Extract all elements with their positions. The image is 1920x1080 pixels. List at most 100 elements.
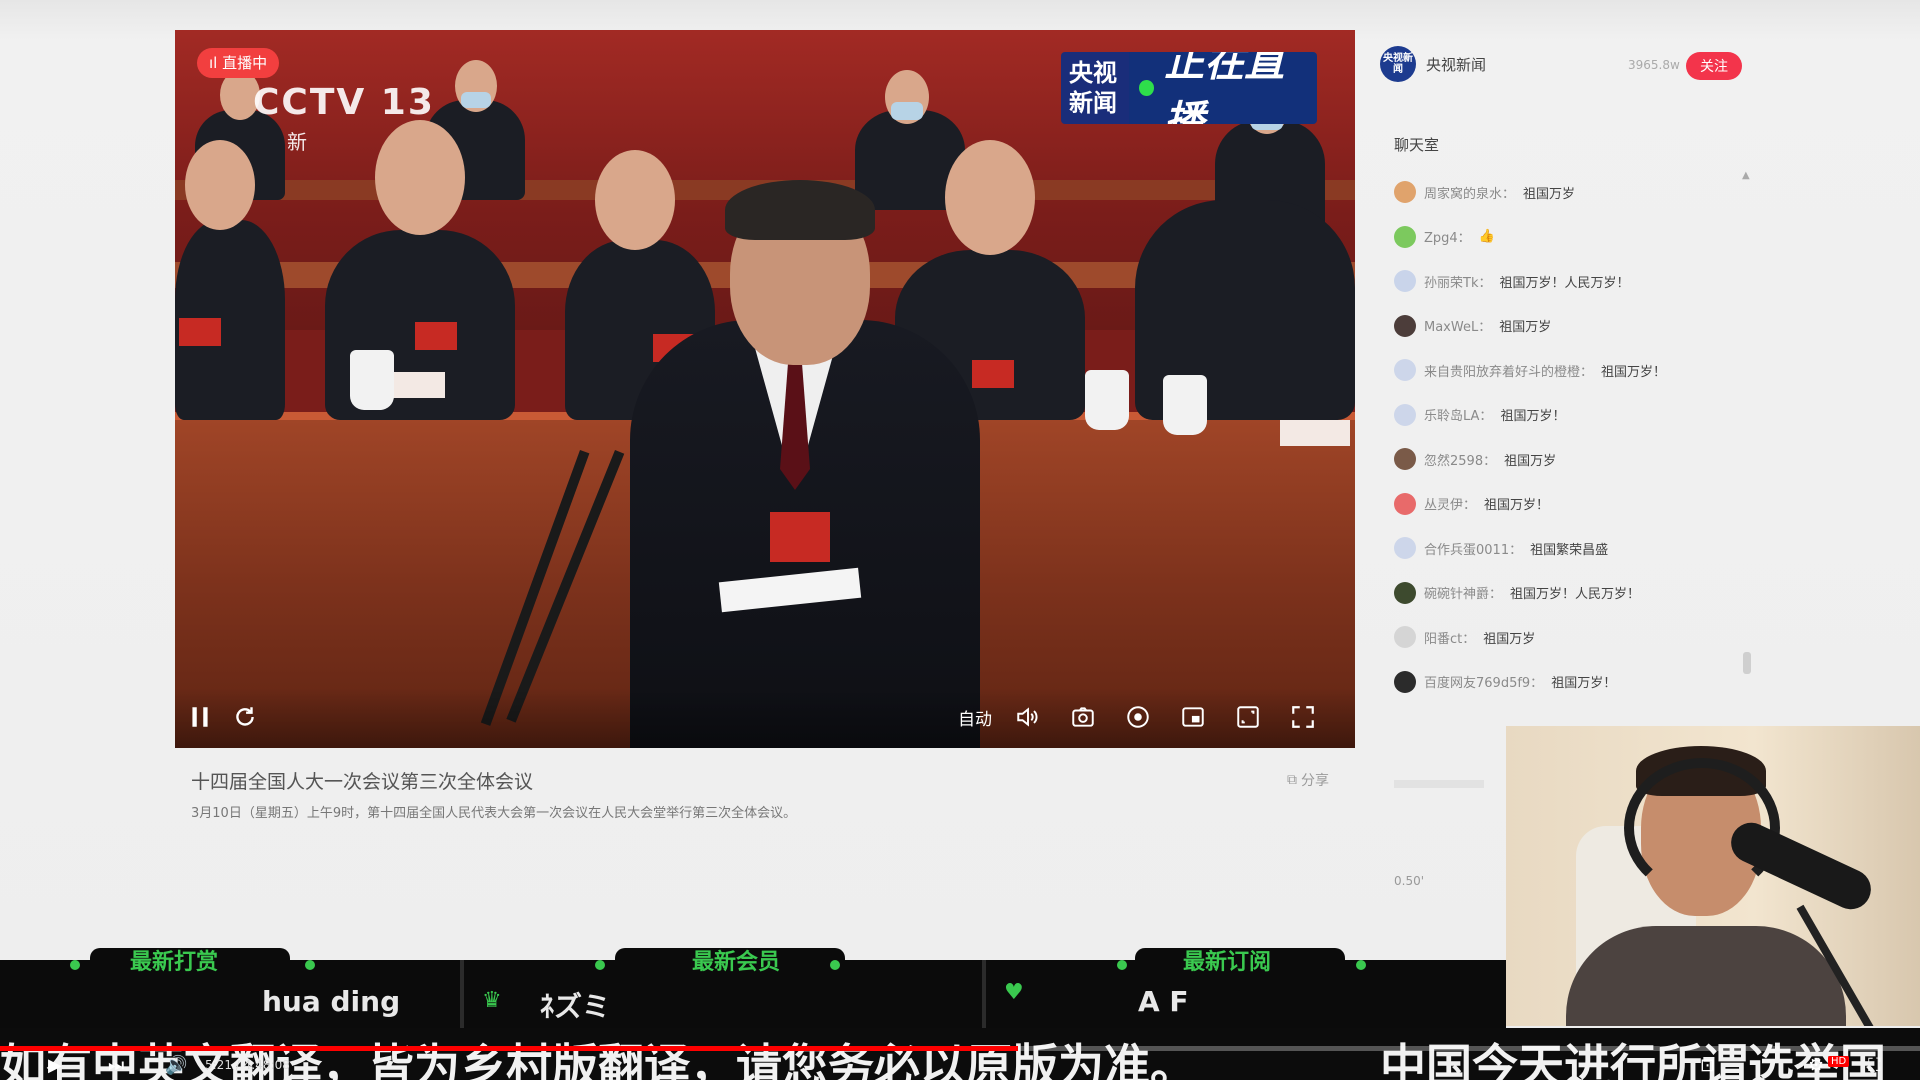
latest-subscriber-label: 最新订阅 [1183, 950, 1272, 975]
chat-user-avatar[interactable] [1394, 626, 1416, 649]
chat-message-text: 祖国万岁！人民万岁！ [1499, 275, 1630, 291]
delegate-head [375, 120, 465, 235]
chat-username[interactable]: 忽然2598： [1424, 450, 1496, 469]
chat-message-text: 祖国万岁 [1499, 320, 1552, 336]
share-button[interactable]: ⧉ 分享 [1287, 770, 1329, 790]
chat-scroll-thumb[interactable] [1743, 652, 1751, 674]
chat-username[interactable]: 来自贵阳放弃着好斗的橙橙： [1424, 361, 1593, 380]
outer-player-controls: ▶ ⏭ 🔊 5:21 / 4:48:08 ⊡ ⚙ HD ⛶ [0, 1052, 1920, 1080]
refresh-button[interactable] [230, 702, 260, 732]
chat-username[interactable]: 百度网友769d5f9： [1424, 672, 1543, 691]
chat-message: 乐聆岛LA： 祖国万岁！ [1394, 393, 1744, 438]
chat-message-list[interactable]: 周家窝的泉水： 祖国万岁 Zpg4： 👍 孙丽荣Tk： 祖国万岁！人民万岁！ MaxWeL：… [1394, 170, 1744, 704]
alert-divider [982, 960, 986, 1028]
stream-description: 3月10日（星期五）上午9时，第十四届全国人民代表大会第一次会议在人民大会堂举行… [191, 806, 797, 821]
share-label: 分享 [1301, 773, 1329, 789]
chat-message: 丛灵伊： 祖国万岁！ [1394, 482, 1744, 527]
chat-message-text: 👍 [1478, 229, 1495, 245]
video-frame [175, 30, 1355, 748]
quality-selector[interactable]: 自动 [955, 702, 995, 732]
latest-member-label: 最新会员 [692, 950, 781, 975]
chat-username[interactable]: 碗碗针神爵： [1424, 583, 1502, 602]
chat-user-avatar[interactable] [1394, 403, 1416, 426]
follow-button[interactable]: 关注 [1686, 52, 1742, 80]
latest-subscriber-value: A F [1138, 985, 1189, 1018]
chat-user-avatar[interactable] [1394, 448, 1416, 471]
next-icon[interactable]: ⏭ [108, 1055, 124, 1076]
alert-dot [70, 960, 80, 970]
picture-in-picture-button[interactable] [1178, 702, 1208, 732]
chat-scrollbar[interactable]: ▲ [1742, 170, 1752, 686]
alert-dot [830, 960, 840, 970]
alert-dot [1356, 960, 1366, 970]
playback-progress-bar[interactable] [0, 1046, 1920, 1051]
chat-input-placeholder [1394, 780, 1484, 788]
scroll-up-icon[interactable]: ▲ [1742, 170, 1750, 181]
chat-username[interactable]: 丛灵伊： [1424, 494, 1476, 513]
channel-name[interactable]: 央视新闻 [1426, 54, 1486, 75]
chat-user-avatar[interactable] [1394, 359, 1416, 382]
delegate-head [945, 140, 1035, 255]
refresh-icon [236, 707, 254, 726]
chat-username[interactable]: Zpg4： [1424, 227, 1471, 246]
chat-user-avatar[interactable] [1394, 492, 1416, 515]
nameplate [1280, 420, 1350, 446]
heart-icon: ♥ [1004, 980, 1024, 1005]
fullscreen-icon[interactable]: ⛶ [1868, 1055, 1881, 1076]
share-icon: ⧉ [1287, 772, 1297, 788]
chat-username[interactable]: MaxWeL： [1424, 316, 1491, 335]
player-controls: 自动 [175, 688, 1355, 748]
crown-icon: ♛ [482, 988, 502, 1013]
channel-avatar[interactable]: 央视新闻 [1380, 46, 1416, 82]
chat-user-avatar[interactable] [1394, 581, 1416, 604]
play-icon[interactable]: ▶ [48, 1055, 62, 1076]
chat-message-text: 祖国万岁 [1523, 186, 1576, 202]
chat-message-text: 祖国万岁 [1504, 453, 1557, 469]
pause-button[interactable] [185, 702, 215, 732]
fullscreen-icon [1292, 706, 1314, 728]
tea-cup [350, 350, 394, 410]
chat-message: 忽然2598： 祖国万岁 [1394, 437, 1744, 482]
live-tag-label: 直播中 [222, 54, 268, 72]
alert-dot [305, 960, 315, 970]
chat-username[interactable]: 周家窝的泉水： [1424, 183, 1515, 202]
chat-username[interactable]: 乐聆岛LA： [1424, 405, 1492, 424]
video-player[interactable]: ıl 直播中 CCTV 13 新 央视新闻 正在直播 自动 [175, 30, 1355, 748]
chat-user-avatar[interactable] [1394, 225, 1416, 248]
delegate-badge [179, 318, 221, 346]
chat-user-avatar[interactable] [1394, 270, 1416, 293]
picture-in-picture-icon [1182, 707, 1204, 727]
wide-screen-button[interactable] [1233, 702, 1263, 732]
playback-time: 5:21 / 4:48:08 [205, 1058, 290, 1072]
chat-username[interactable]: 孙丽荣Tk： [1424, 272, 1491, 291]
captions-icon[interactable]: ⊡ [1700, 1055, 1715, 1076]
chat-user-avatar[interactable] [1394, 181, 1416, 204]
fullscreen-button[interactable] [1288, 702, 1318, 732]
chat-message-text: 祖国万岁！ [1551, 676, 1617, 692]
chat-message-text: 祖国万岁！ [1500, 409, 1566, 425]
wide-screen-icon [1237, 706, 1259, 728]
record-button[interactable] [1123, 702, 1153, 732]
chat-username[interactable]: 阳番ct： [1424, 628, 1475, 647]
chat-message: MaxWeL： 祖国万岁 [1394, 304, 1744, 349]
screenshot-button[interactable] [1068, 702, 1098, 732]
chat-user-avatar[interactable] [1394, 670, 1416, 693]
latest-member-value: ﾈズミ [540, 990, 611, 1023]
delegate-badge [415, 322, 457, 350]
timer-readout: 0.50' [1394, 874, 1425, 888]
stream-title: 十四届全国人大一次会议第三次全体会议 [191, 771, 534, 793]
tea-cup [1163, 375, 1207, 435]
volume-icon[interactable]: 🔊 [165, 1055, 187, 1076]
channel-header: 央视新闻 央视新闻 [1380, 46, 1486, 82]
alert-divider [460, 960, 464, 1028]
volume-button[interactable] [1013, 702, 1043, 732]
settings-icon[interactable]: ⚙ [1808, 1055, 1824, 1076]
chat-message-text: 祖国万岁！ [1601, 364, 1667, 380]
delegate-badge [972, 360, 1014, 388]
chat-user-avatar[interactable] [1394, 537, 1416, 560]
chat-username[interactable]: 合作兵蛋0011： [1424, 539, 1522, 558]
latest-tip-label: 最新打赏 [130, 950, 219, 975]
chat-user-avatar[interactable] [1394, 314, 1416, 337]
chat-message: 碗碗针神爵： 祖国万岁！人民万岁！ [1394, 571, 1744, 616]
chat-message: 阳番ct： 祖国万岁 [1394, 615, 1744, 660]
